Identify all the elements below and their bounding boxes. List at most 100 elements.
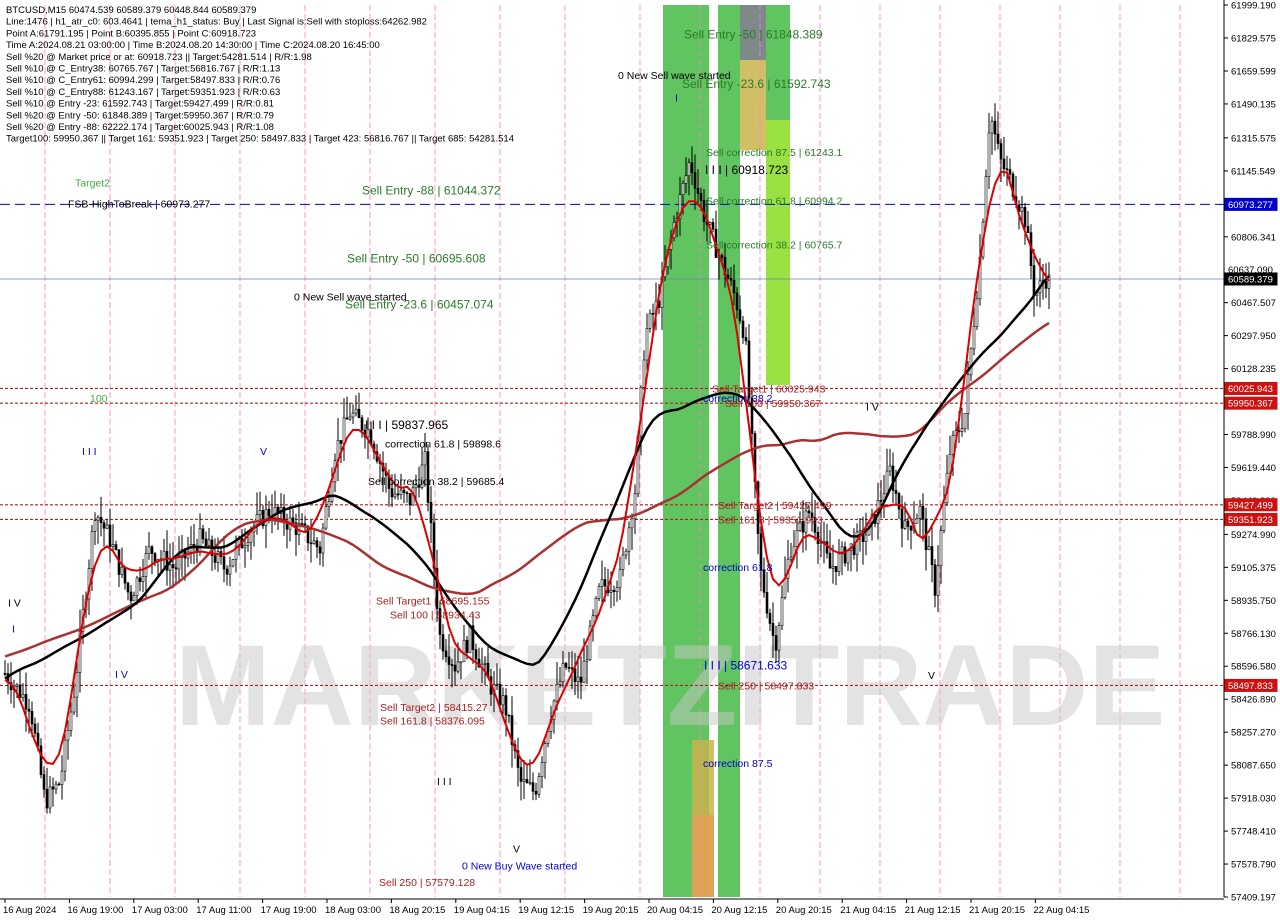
candle-body: [789, 556, 793, 560]
candle-body: [729, 278, 733, 281]
candle-body: [582, 660, 586, 683]
candle-body: [153, 553, 157, 563]
time-tick-label: 20 Aug 04:15: [647, 905, 703, 916]
candle-body: [1020, 207, 1024, 212]
candle-body: [171, 564, 175, 569]
candle-body: [39, 745, 43, 776]
candle-body: [357, 408, 361, 419]
candle-body: [858, 530, 862, 533]
candle-body: [474, 649, 478, 660]
candle-body: [399, 489, 403, 495]
annotation-label: Sell Entry -23.6 | 60457.074: [345, 298, 494, 312]
annotation-label: Sell Entry -88 | 61044.372: [362, 184, 501, 198]
time-tick-label: 22 Aug 04:15: [1033, 905, 1089, 916]
candle-body: [360, 417, 364, 431]
candle-body: [843, 546, 847, 564]
price-tag-label: 60973.277: [1228, 200, 1273, 211]
candle-body: [204, 538, 208, 546]
candle-body: [693, 172, 697, 189]
candle-body: [120, 566, 124, 575]
annotation-label: Sell Entry -50 | 61848.389: [684, 27, 823, 41]
price-tick-label: 59274.990: [1231, 530, 1276, 541]
candle-body: [522, 779, 526, 782]
candle-body: [267, 508, 271, 517]
candle-body: [72, 696, 76, 713]
candle-body: [642, 359, 646, 388]
candle-body: [63, 739, 67, 772]
info-line: Time A:2024.08.21 03:00:00 | Time B:2024…: [6, 40, 380, 51]
candle-body: [231, 559, 235, 567]
annotation-label: I I I | 59837.965: [365, 418, 449, 432]
candle-body: [885, 470, 889, 495]
candle-body: [507, 714, 511, 717]
info-line: Sell %10 @ C_Entry88: 61243.167 | Target…: [6, 87, 280, 98]
annotation-label: Sell 161.8 | 58376.095: [380, 715, 485, 727]
candle-body: [1026, 226, 1030, 233]
candle-body: [36, 732, 40, 747]
candle-body: [93, 520, 97, 532]
candle-body: [168, 564, 172, 571]
candle-body: [825, 541, 829, 554]
candle-body: [894, 490, 898, 494]
time-tick-label: 16 Aug 2024: [3, 905, 56, 916]
annotation-label: V: [928, 670, 935, 682]
annotation-label: correction 87.5: [703, 758, 773, 770]
info-line: Sell %20 @ Entry -50: 61848.389 | Target…: [6, 110, 274, 121]
time-tick-label: 16 Aug 19:00: [67, 905, 123, 916]
candle-body: [888, 465, 892, 472]
candle-body: [402, 489, 406, 493]
candle-body: [519, 767, 523, 782]
annotation-label: Sell correction 38.2 | 59685.4: [368, 476, 505, 488]
candle-body: [15, 684, 19, 687]
price-tick-label: 61829.575: [1231, 33, 1276, 44]
annotation-label: 0 New Buy Wave started: [462, 860, 577, 872]
candle-body: [768, 612, 772, 624]
candle-body: [1005, 168, 1009, 171]
candle-body: [600, 579, 604, 587]
annotation-label: V: [513, 844, 520, 856]
price-tick-label: 61315.575: [1231, 133, 1276, 144]
candle-body: [423, 451, 427, 466]
candle-body: [501, 695, 505, 706]
candle-body: [783, 578, 787, 598]
candle-body: [495, 683, 499, 686]
price-tick-label: 58935.750: [1231, 596, 1276, 607]
time-tick-label: 18 Aug 03:00: [325, 905, 381, 916]
candle-body: [543, 743, 547, 764]
candle-body: [291, 517, 295, 523]
price-tag-label: 59950.367: [1228, 399, 1273, 410]
candle-body: [990, 120, 994, 134]
candle-body: [390, 488, 394, 498]
candle-body: [309, 542, 313, 545]
candle-body: [828, 552, 832, 569]
candle-body: [567, 666, 571, 669]
candle-body: [228, 565, 232, 575]
info-line: Sell %10 @ Entry -23: 61592.743 | Target…: [6, 99, 274, 110]
candle-body: [696, 188, 700, 194]
candle-body: [393, 493, 397, 498]
candle-body: [102, 522, 106, 529]
candle-body: [897, 493, 901, 510]
candle-body: [330, 481, 334, 502]
price-tick-label: 61659.599: [1231, 66, 1276, 77]
candle-body: [936, 565, 940, 596]
candle-body: [207, 539, 211, 546]
candle-body: [690, 162, 694, 173]
annotation-label: Sell Target2 | 58415.27: [380, 702, 488, 714]
annotation-label: I V: [866, 402, 879, 414]
candle-body: [147, 546, 151, 554]
candle-body: [108, 524, 112, 547]
candle-body: [246, 542, 250, 546]
candle-body: [444, 650, 448, 658]
candle-body: [555, 683, 559, 702]
candle-body: [348, 416, 352, 420]
candle-body: [42, 774, 46, 790]
annotation-label: I I I: [437, 776, 452, 788]
candle-body: [75, 672, 79, 698]
candle-body: [30, 711, 34, 725]
candle-body: [585, 659, 589, 662]
candle-body: [909, 526, 913, 531]
candle-body: [771, 623, 775, 636]
info-line: Sell %10 @ C_Entry38: 60765.767 | Target…: [6, 64, 280, 75]
annotation-label: I I I: [82, 446, 97, 458]
